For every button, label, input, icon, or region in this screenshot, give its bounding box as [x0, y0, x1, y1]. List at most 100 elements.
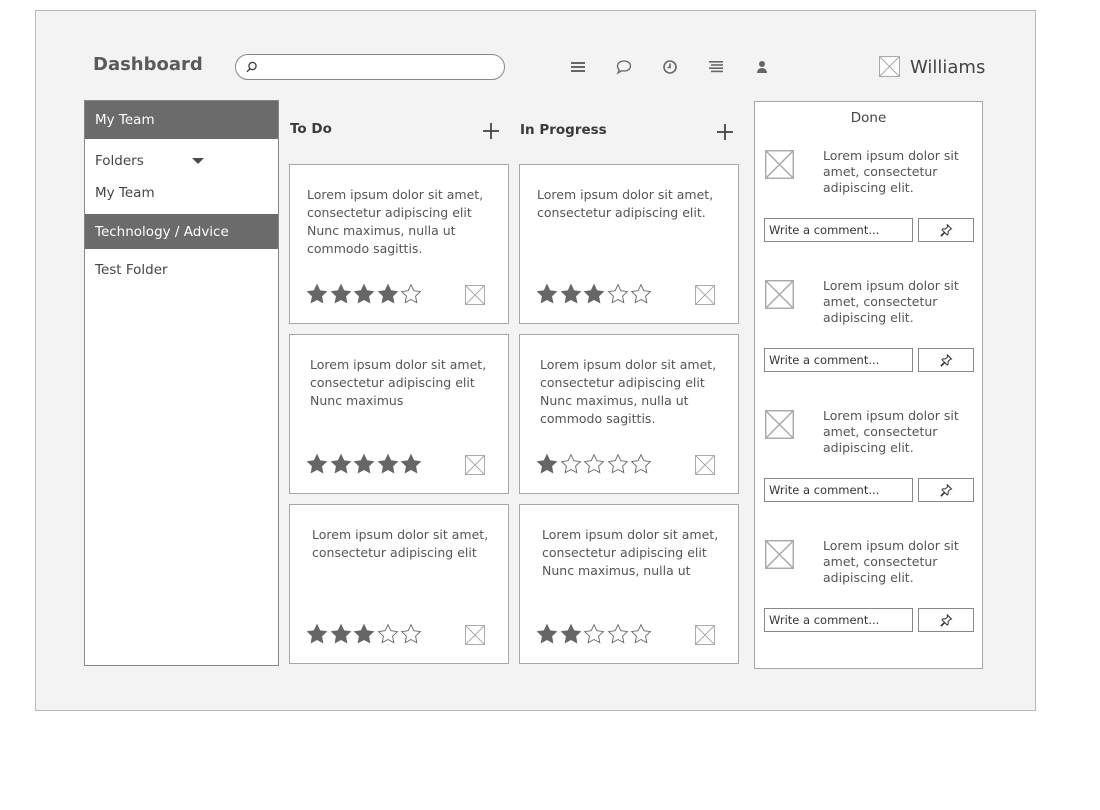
done-item-text-line: adipiscing elit.: [823, 570, 914, 585]
column-title-done: Done: [850, 110, 887, 126]
attachment-image-placeholder[interactable]: [465, 455, 485, 475]
sidebar-item-test-folder[interactable]: Test Folder: [85, 258, 278, 286]
star-filled-icon[interactable]: [353, 623, 375, 645]
card-text-line: consectetur adipiscing elit.: [537, 205, 706, 220]
done-item-text-line: amet, consectetur: [823, 294, 938, 309]
attachment-image-placeholder[interactable]: [465, 285, 485, 305]
pin-comment-button[interactable]: [918, 608, 974, 632]
star-empty-icon[interactable]: [607, 283, 629, 305]
list-icon[interactable]: [707, 58, 725, 76]
star-filled-icon[interactable]: [377, 453, 399, 475]
star-filled-icon[interactable]: [536, 453, 558, 475]
task-card[interactable]: Lorem ipsum dolor sit amet, consectetur a…: [289, 334, 509, 494]
star-filled-icon[interactable]: [330, 453, 352, 475]
star-filled-icon[interactable]: [306, 283, 328, 305]
attachment-image-placeholder[interactable]: [695, 285, 715, 305]
avatar[interactable]: [879, 56, 900, 77]
add-in-progress-button[interactable]: [716, 123, 734, 141]
comment-input[interactable]: Write a comment...: [764, 218, 913, 242]
task-card[interactable]: Lorem ipsum dolor sit amet, consectetur a…: [519, 334, 739, 494]
card-text: Lorem ipsum dolor sit amet, consectetur a…: [542, 526, 732, 580]
done-item-text-line: Lorem ipsum dolor sit: [823, 538, 959, 553]
sidebar-item-my-team-folder[interactable]: My Team: [85, 181, 278, 209]
star-filled-icon[interactable]: [353, 453, 375, 475]
task-card[interactable]: Lorem ipsum dolor sit amet, consectetur a…: [289, 164, 509, 324]
star-filled-icon[interactable]: [536, 283, 558, 305]
star-filled-icon[interactable]: [306, 623, 328, 645]
star-filled-icon[interactable]: [536, 623, 558, 645]
column-title-in-progress: In Progress: [520, 122, 607, 138]
star-filled-icon[interactable]: [560, 623, 582, 645]
column-title-todo: To Do: [290, 121, 332, 137]
pin-comment-button[interactable]: [918, 218, 974, 242]
attachment-image-placeholder[interactable]: [695, 625, 715, 645]
card-text-line: Lorem ipsum dolor sit amet,: [310, 357, 487, 372]
star-filled-icon[interactable]: [377, 283, 399, 305]
card-text: Lorem ipsum dolor sit amet, consectetur a…: [307, 186, 497, 258]
star-filled-icon[interactable]: [330, 623, 352, 645]
card-text-line: Lorem ipsum dolor sit amet,: [542, 527, 719, 542]
clock-icon[interactable]: [661, 58, 679, 76]
star-filled-icon[interactable]: [560, 283, 582, 305]
pin-icon: [940, 614, 953, 627]
star-empty-icon[interactable]: [630, 283, 652, 305]
chevron-down-icon[interactable]: [192, 158, 204, 164]
star-empty-icon[interactable]: [560, 453, 582, 475]
card-text-line: Nunc maximus, nulla ut: [540, 393, 689, 408]
attachment-image-placeholder[interactable]: [695, 455, 715, 475]
card-text: Lorem ipsum dolor sit amet, consectetur a…: [540, 356, 730, 428]
done-item-text-line: Lorem ipsum dolor sit: [823, 148, 959, 163]
done-item-image-placeholder: [765, 150, 794, 179]
pin-comment-button[interactable]: [918, 478, 974, 502]
star-empty-icon[interactable]: [400, 623, 422, 645]
star-filled-icon[interactable]: [306, 453, 328, 475]
done-item-image-placeholder: [765, 280, 794, 309]
comment-input[interactable]: Write a comment...: [764, 478, 913, 502]
user-icon[interactable]: [753, 58, 771, 76]
card-text-line: Nunc maximus, nulla ut: [542, 563, 691, 578]
comment-input[interactable]: Write a comment...: [764, 348, 913, 372]
search-input[interactable]: [235, 54, 505, 80]
card-text: Lorem ipsum dolor sit amet, consectetur a…: [312, 526, 502, 562]
sidebar-item-label: My Team: [95, 185, 155, 201]
card-text-line: consectetur adipiscing elit: [540, 375, 705, 390]
sidebar-item-label: Test Folder: [95, 262, 168, 278]
sidebar-item-label: My Team: [95, 112, 155, 128]
task-card[interactable]: Lorem ipsum dolor sit amet, consectetur a…: [289, 504, 509, 664]
sidebar-item-my-team[interactable]: My Team: [85, 101, 278, 139]
star-empty-icon[interactable]: [377, 623, 399, 645]
comment-input[interactable]: Write a comment...: [764, 608, 913, 632]
attachment-image-placeholder[interactable]: [465, 625, 485, 645]
done-item-text-line: amet, consectetur: [823, 554, 938, 569]
done-item-text-line: adipiscing elit.: [823, 440, 914, 455]
chat-icon[interactable]: [615, 58, 633, 76]
pin-comment-button[interactable]: [918, 348, 974, 372]
star-empty-icon[interactable]: [583, 623, 605, 645]
done-item-text: Lorem ipsum dolor sit amet, consectetur ad…: [823, 278, 968, 326]
add-todo-button[interactable]: [482, 122, 500, 140]
star-filled-icon[interactable]: [330, 283, 352, 305]
star-empty-icon[interactable]: [607, 453, 629, 475]
card-text-line: Lorem ipsum dolor sit amet,: [307, 187, 484, 202]
card-text-line: commodo sagittis.: [307, 241, 423, 256]
star-empty-icon[interactable]: [630, 623, 652, 645]
sidebar-item-folders[interactable]: Folders: [85, 141, 278, 179]
menu-icon[interactable]: [569, 58, 587, 76]
pin-icon: [940, 354, 953, 367]
star-empty-icon[interactable]: [607, 623, 629, 645]
star-filled-icon[interactable]: [353, 283, 375, 305]
pin-icon: [940, 484, 953, 497]
star-empty-icon[interactable]: [583, 453, 605, 475]
sidebar-item-label: Folders: [95, 153, 144, 169]
done-item-text-line: adipiscing elit.: [823, 310, 914, 325]
task-card[interactable]: Lorem ipsum dolor sit amet, consectetur a…: [519, 164, 739, 324]
done-item-text: Lorem ipsum dolor sit amet, consectetur ad…: [823, 408, 968, 456]
card-text-line: consectetur adipiscing elit: [542, 545, 707, 560]
user-name[interactable]: Williams: [910, 57, 985, 78]
task-card[interactable]: Lorem ipsum dolor sit amet, consectetur a…: [519, 504, 739, 664]
sidebar-item-technology-advice[interactable]: Technology / Advice: [85, 214, 278, 249]
star-empty-icon[interactable]: [630, 453, 652, 475]
star-filled-icon[interactable]: [400, 453, 422, 475]
star-empty-icon[interactable]: [400, 283, 422, 305]
star-filled-icon[interactable]: [583, 283, 605, 305]
